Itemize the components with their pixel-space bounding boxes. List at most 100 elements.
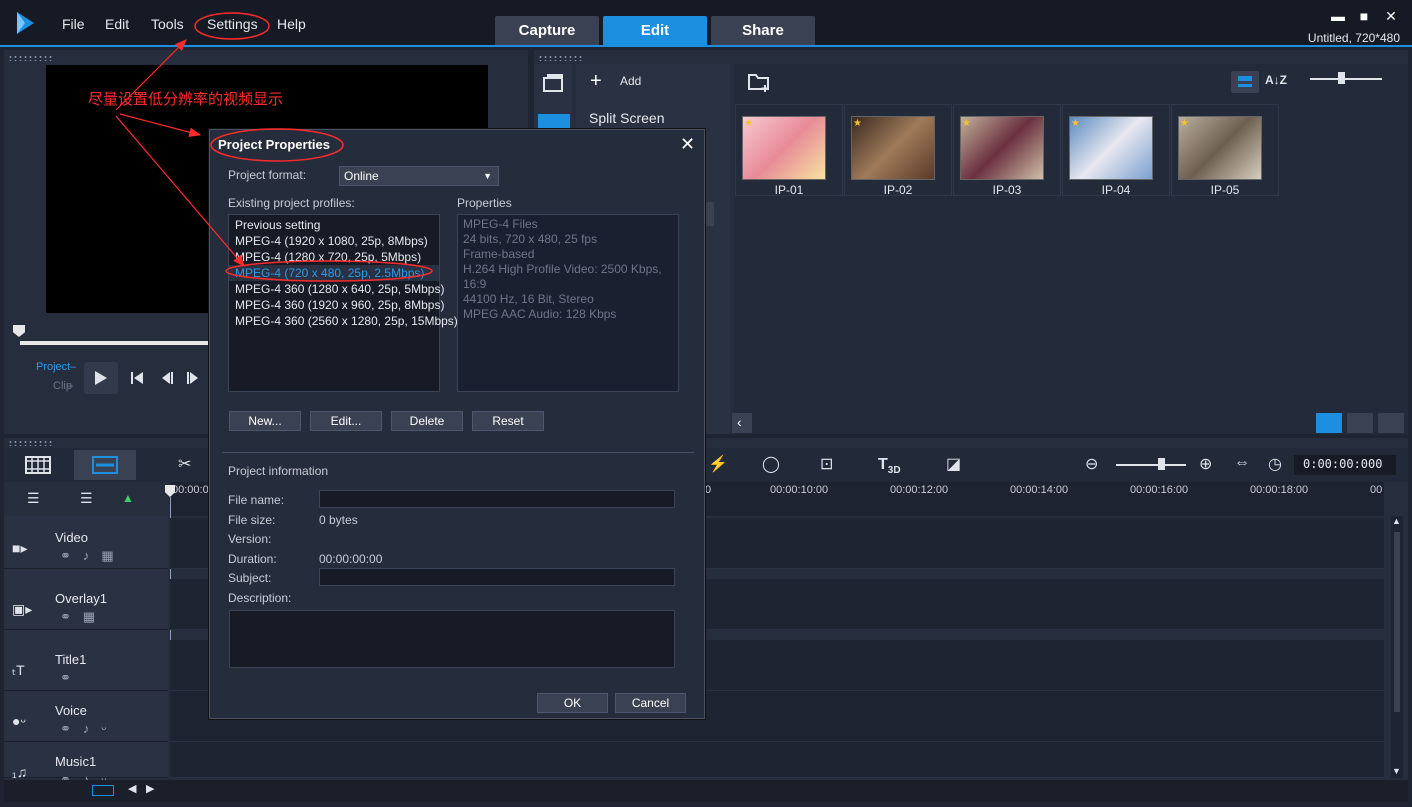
menu-help[interactable]: Help <box>277 16 306 32</box>
import-folder-icon[interactable] <box>748 71 772 93</box>
description-field[interactable] <box>229 610 675 668</box>
zoom-in-icon[interactable]: ⊕ <box>1199 454 1212 474</box>
panel-grip[interactable] <box>8 440 52 446</box>
menu-tools[interactable]: Tools <box>151 16 184 32</box>
scroll-left-icon[interactable]: ◀ <box>128 782 136 795</box>
add-track-icon[interactable]: ☰ <box>80 490 93 507</box>
track-tools[interactable]: ⚭♪ᵕ <box>60 721 118 737</box>
zoom-out-icon[interactable]: ⊖ <box>1085 454 1098 474</box>
step-forward-icon[interactable] <box>186 371 200 385</box>
ripple-edit-icon[interactable]: ▲ <box>122 491 134 505</box>
profile-item[interactable]: MPEG-4 (1920 x 1080, 25p, 8Mbps) <box>229 233 439 249</box>
tab-edit[interactable]: Edit <box>603 16 707 46</box>
project-format-label: Project format: <box>228 168 307 182</box>
maximize-button[interactable]: ■ <box>1354 8 1374 24</box>
library-item[interactable]: ★ IP-05 <box>1171 104 1279 197</box>
layout-option-1-button[interactable] <box>1316 413 1342 433</box>
track-lane-music[interactable] <box>170 742 1384 778</box>
crop-icon[interactable]: ⊡ <box>820 454 833 474</box>
track-header-voice[interactable]: ●ᵕ Voice ⚭♪ᵕ <box>4 691 168 742</box>
track-name: Video <box>55 530 89 545</box>
add-button[interactable]: Add <box>620 74 641 88</box>
step-back-icon[interactable] <box>160 371 174 385</box>
sort-icon[interactable]: A↓Z <box>1265 73 1287 87</box>
edit-options-button[interactable] <box>1378 413 1404 433</box>
project-mode-label[interactable]: Project <box>36 361 70 373</box>
property-line: 44100 Hz, 16 Bit, Stereo <box>463 292 594 306</box>
scroll-up-icon[interactable]: ▲ <box>1392 516 1401 526</box>
cancel-button[interactable]: Cancel <box>615 693 686 713</box>
menu-edit[interactable]: Edit <box>105 16 129 32</box>
profile-item[interactable]: MPEG-4 360 (1280 x 640, 25p, 5Mbps) <box>229 281 444 297</box>
library-item[interactable]: ★ IP-01 <box>735 104 843 197</box>
track-tools[interactable]: ⚭♪▦ <box>60 548 126 564</box>
profile-item[interactable]: Previous setting <box>229 217 439 233</box>
subject-field[interactable] <box>319 568 675 586</box>
dialog-close-button[interactable]: ✕ <box>680 134 695 155</box>
chevron-left-icon: ‹ <box>737 414 742 430</box>
menu-settings[interactable]: Settings <box>207 16 258 32</box>
duration-label: Duration: <box>228 552 277 566</box>
tab-capture[interactable]: Capture <box>495 16 599 46</box>
item-label: IP-03 <box>992 183 1022 197</box>
track-tools[interactable]: ⚭ <box>60 670 83 686</box>
zoom-handle[interactable] <box>1158 458 1165 470</box>
delete-profile-button[interactable]: Delete <box>391 411 463 431</box>
project-format-select[interactable]: Online ▼ <box>339 166 499 186</box>
3d-title-icon[interactable]: T3D <box>878 456 901 476</box>
track-header-title[interactable]: ₜT Title1 ⚭ <box>4 640 168 691</box>
zoom-slider[interactable] <box>1116 464 1186 466</box>
close-window-button[interactable]: ✕ <box>1381 8 1401 25</box>
reset-profile-button[interactable]: Reset <box>472 411 544 431</box>
scroll-right-icon[interactable]: ▶ <box>146 782 154 795</box>
track-header-music[interactable]: ₁♫ Music1 ⚭♪ᵕ <box>4 742 168 787</box>
media-library-icon[interactable] <box>543 73 565 93</box>
timeline-status-bar <box>4 780 1408 802</box>
ruler-tick: 0 <box>705 484 712 496</box>
storyboard-view-icon[interactable] <box>25 456 51 474</box>
library-item[interactable]: ★ IP-04 <box>1062 104 1170 197</box>
track-tools[interactable]: ⚭▦ <box>60 609 107 625</box>
track-header-video[interactable]: ■▸ Video ⚭♪▦ <box>4 518 168 569</box>
duration-value: 00:00:00:00 <box>319 552 383 566</box>
scrub-bar[interactable] <box>20 341 210 345</box>
file-name-field[interactable] <box>319 490 675 508</box>
thumbnail-size-slider[interactable] <box>1310 78 1382 80</box>
profile-item[interactable]: MPEG-4 360 (2560 x 1280, 25p, 15Mbps) <box>229 313 458 329</box>
profile-item[interactable]: MPEG-4 360 (1920 x 960, 25p, 8Mbps) <box>229 297 444 313</box>
mask-icon[interactable]: ◯ <box>762 454 780 474</box>
thumbnail <box>1178 116 1262 180</box>
library-item[interactable]: ★ IP-03 <box>953 104 1061 197</box>
library-item[interactable]: ★ IP-02 <box>844 104 952 197</box>
track-header-overlay[interactable]: ▣▸ Overlay1 ⚭▦ <box>4 579 168 630</box>
panel-grip[interactable] <box>8 55 52 61</box>
profile-item[interactable]: MPEG-4 (1280 x 720, 25p, 5Mbps) <box>229 249 439 265</box>
motion-icon[interactable]: ⚡ <box>708 454 728 474</box>
edit-profile-button[interactable]: Edit... <box>310 411 382 431</box>
ruler-tick: 00:00:18:00 <box>1250 484 1309 496</box>
category-split-screen[interactable]: Split Screen <box>589 110 664 126</box>
skip-start-icon[interactable] <box>130 371 144 385</box>
minimize-button[interactable]: ▬ <box>1328 8 1348 24</box>
panel-grip[interactable] <box>538 55 582 61</box>
property-line: 24 bits, 720 x 480, 25 fps <box>463 232 598 246</box>
scroll-thumb[interactable] <box>1394 532 1400 712</box>
thumbnail-size-handle[interactable] <box>1338 72 1345 84</box>
voice-icon: ●ᵕ <box>12 713 26 729</box>
new-profile-button[interactable]: New... <box>229 411 301 431</box>
profile-item-selected[interactable]: MPEG-4 (720 x 480, 25p, 2.5Mbps) <box>229 265 439 281</box>
collapse-library-button[interactable] <box>732 413 752 433</box>
category-scrollbar[interactable] <box>704 202 714 226</box>
track-manager-icon[interactable]: ☰ <box>27 490 40 507</box>
fit-to-window-icon[interactable]: ⇔ <box>1234 454 1250 472</box>
color-grading-icon[interactable]: ◪ <box>946 454 961 474</box>
scroll-down-icon[interactable]: ▼ <box>1392 766 1401 776</box>
menu-file[interactable]: File <box>62 16 85 32</box>
ok-button[interactable]: OK <box>537 693 608 713</box>
track-sync-icon[interactable] <box>92 785 114 796</box>
tab-share[interactable]: Share <box>711 16 815 46</box>
tools-icon[interactable]: ✂ <box>178 454 191 474</box>
add-icon[interactable]: + <box>590 70 602 93</box>
layout-option-2-button[interactable] <box>1347 413 1373 433</box>
property-line: MPEG-4 Files <box>463 217 538 231</box>
